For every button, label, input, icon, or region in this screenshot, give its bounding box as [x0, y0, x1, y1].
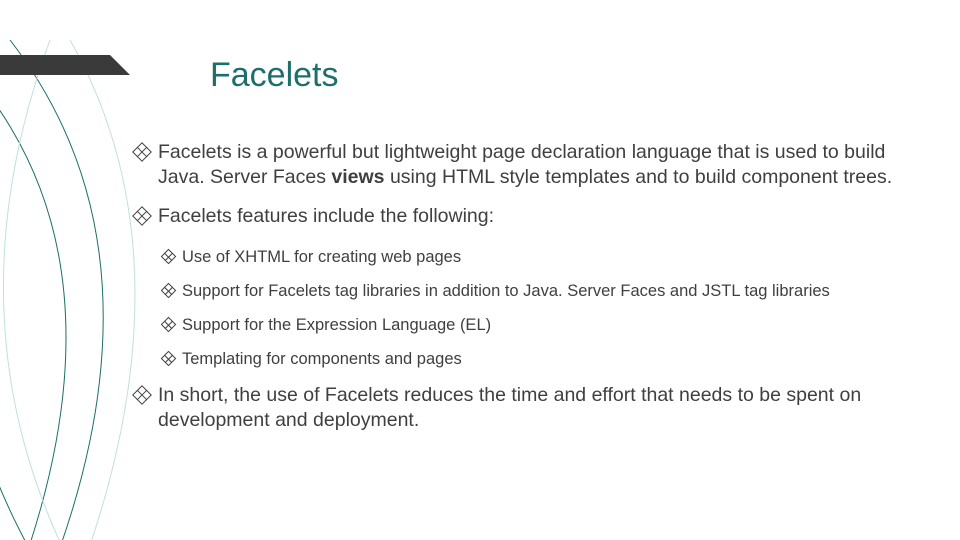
sub-bullet-item: Use of XHTML for creating web pages — [163, 247, 910, 268]
diamond-bullet-icon — [132, 206, 152, 226]
bullet-text: Templating for components and pages — [182, 349, 910, 370]
bullet-text: In short, the use of Facelets reduces th… — [158, 383, 910, 433]
bullet-text: Support for the Expression Language (EL) — [182, 315, 910, 336]
sub-bullet-item: Support for Facelets tag libraries in ad… — [163, 281, 910, 302]
slide: Facelets Facelets is a powerful but ligh… — [0, 0, 960, 540]
bullet-item: In short, the use of Facelets reduces th… — [135, 383, 910, 433]
bullet-text: Facelets is a powerful but lightweight p… — [158, 140, 910, 190]
diamond-bullet-icon — [132, 142, 152, 162]
diamond-bullet-icon — [161, 351, 177, 367]
bullet-text: Use of XHTML for creating web pages — [182, 247, 910, 268]
bullet-item: Facelets is a powerful but lightweight p… — [135, 140, 910, 190]
sub-bullet-item: Support for the Expression Language (EL) — [163, 315, 910, 336]
diamond-bullet-icon — [161, 283, 177, 299]
diamond-bullet-icon — [161, 249, 177, 265]
bullet-text: Support for Facelets tag libraries in ad… — [182, 281, 910, 302]
sub-bullet-item: Templating for components and pages — [163, 349, 910, 370]
slide-content: Facelets is a powerful but lightweight p… — [135, 140, 910, 447]
slide-title: Facelets — [210, 56, 339, 95]
diamond-bullet-icon — [132, 385, 152, 405]
text-bold: views — [331, 166, 384, 188]
bullet-item: Facelets features include the following: — [135, 204, 910, 229]
text-fragment: using HTML style templates and to build … — [385, 166, 893, 188]
decorative-top-bar — [0, 55, 110, 75]
diamond-bullet-icon — [161, 317, 177, 333]
bullet-text: Facelets features include the following: — [158, 204, 910, 229]
